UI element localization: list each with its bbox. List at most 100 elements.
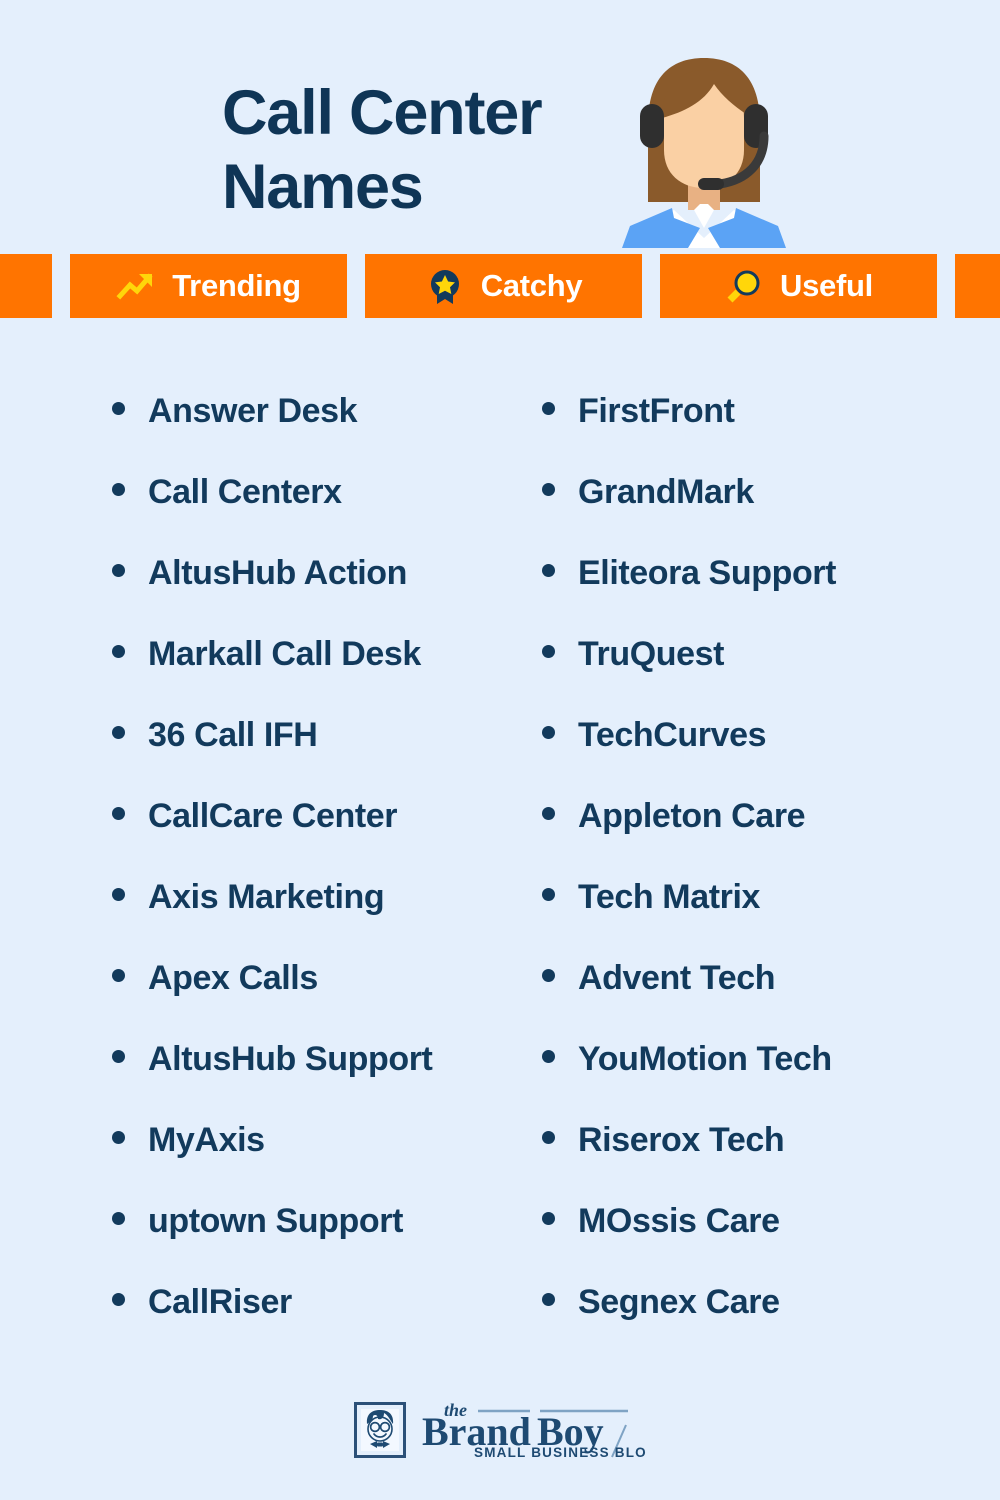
list-item[interactable]: AltusHub Action bbox=[112, 554, 500, 635]
badge-trending[interactable]: Trending bbox=[70, 254, 347, 318]
category-banner: Trending Catchy Useful bbox=[0, 254, 1000, 318]
bullet-icon bbox=[112, 726, 125, 739]
bullet-icon bbox=[112, 402, 125, 415]
bullet-icon bbox=[542, 483, 555, 496]
list-item[interactable]: Appleton Care bbox=[542, 797, 1000, 878]
magnifying-glass-icon bbox=[724, 266, 764, 306]
list-item-label: uptown Support bbox=[148, 1202, 403, 1240]
badge-catchy[interactable]: Catchy bbox=[365, 254, 642, 318]
bullet-icon bbox=[112, 483, 125, 496]
bullet-icon bbox=[112, 969, 125, 982]
list-item-label: Eliteora Support bbox=[578, 554, 837, 592]
list-item-label: MyAxis bbox=[148, 1121, 265, 1159]
list-item[interactable]: TechCurves bbox=[542, 716, 1000, 797]
list-item[interactable]: Markall Call Desk bbox=[112, 635, 500, 716]
list-item[interactable]: Answer Desk bbox=[112, 392, 500, 473]
bullet-icon bbox=[542, 888, 555, 901]
list-item[interactable]: 36 Call IFH bbox=[112, 716, 500, 797]
bullet-icon bbox=[112, 645, 125, 658]
list-item-label: Tech Matrix bbox=[578, 878, 761, 916]
list-item-label: Apex Calls bbox=[148, 959, 318, 997]
bullet-icon bbox=[112, 807, 125, 820]
list-item-label: Segnex Care bbox=[578, 1283, 780, 1321]
bullet-icon bbox=[542, 807, 555, 820]
banner-gap-4 bbox=[937, 254, 955, 318]
list-item[interactable]: Call Centerx bbox=[112, 473, 500, 554]
list-item-label: Axis Marketing bbox=[148, 878, 385, 916]
page-title-line-1: Call Center bbox=[222, 78, 543, 148]
bullet-icon bbox=[112, 888, 125, 901]
list-item-label: TechCurves bbox=[578, 716, 767, 754]
banner-right-cap bbox=[955, 254, 1000, 318]
call-center-agent-icon bbox=[614, 52, 794, 248]
list-item-label: Answer Desk bbox=[148, 392, 358, 430]
badge-useful[interactable]: Useful bbox=[660, 254, 937, 318]
list-item-label: 36 Call IFH bbox=[148, 716, 318, 754]
header: Call Center Names bbox=[0, 0, 1000, 248]
brandboy-wordmark: the Brand Boy SMALL BUSINESS BLOG bbox=[416, 1399, 646, 1461]
list-item-label: AltusHub Action bbox=[148, 554, 408, 592]
bullet-icon bbox=[112, 564, 125, 577]
list-item-label: Advent Tech bbox=[578, 959, 776, 997]
list-item[interactable]: Apex Calls bbox=[112, 959, 500, 1040]
list-item[interactable]: CallRiser bbox=[112, 1283, 500, 1364]
badge-trending-label: Trending bbox=[172, 268, 301, 303]
list-item[interactable]: Segnex Care bbox=[542, 1283, 1000, 1364]
names-lists: Answer Desk Call Centerx AltusHub Action… bbox=[0, 318, 1000, 1364]
page-title: Call Center Names bbox=[222, 76, 642, 224]
bullet-icon bbox=[542, 969, 555, 982]
list-item-label: FirstFront bbox=[578, 392, 735, 430]
bullet-icon bbox=[112, 1050, 125, 1063]
logo-tagline-text: SMALL BUSINESS BLOG bbox=[474, 1445, 646, 1460]
list-item[interactable]: TruQuest bbox=[542, 635, 1000, 716]
bullet-icon bbox=[542, 402, 555, 415]
list-item[interactable]: AltusHub Support bbox=[112, 1040, 500, 1121]
list-item-label: MOssis Care bbox=[578, 1202, 780, 1240]
list-item[interactable]: Axis Marketing bbox=[112, 878, 500, 959]
list-item-label: CallRiser bbox=[148, 1283, 292, 1321]
banner-gap-1 bbox=[52, 254, 70, 318]
bullet-icon bbox=[542, 564, 555, 577]
list-item[interactable]: MOssis Care bbox=[542, 1202, 1000, 1283]
list-item-label: Appleton Care bbox=[578, 797, 806, 835]
bullet-icon bbox=[542, 645, 555, 658]
bullet-icon bbox=[542, 726, 555, 739]
list-item[interactable]: CallCare Center bbox=[112, 797, 500, 878]
badge-catchy-label: Catchy bbox=[480, 268, 583, 303]
bullet-icon bbox=[542, 1293, 555, 1306]
list-item-label: Riserox Tech bbox=[578, 1121, 785, 1159]
bullet-icon bbox=[542, 1131, 555, 1144]
badge-useful-label: Useful bbox=[780, 268, 873, 303]
list-item-label: CallCare Center bbox=[148, 797, 398, 835]
left-column: Answer Desk Call Centerx AltusHub Action… bbox=[0, 318, 500, 1364]
banner-gap-2 bbox=[347, 254, 365, 318]
list-item[interactable]: MyAxis bbox=[112, 1121, 500, 1202]
trending-up-arrow-icon bbox=[116, 266, 156, 306]
list-item[interactable]: uptown Support bbox=[112, 1202, 500, 1283]
list-item-label: AltusHub Support bbox=[148, 1040, 433, 1078]
bullet-icon bbox=[542, 1212, 555, 1225]
list-item[interactable]: GrandMark bbox=[542, 473, 1000, 554]
list-item-label: YouMotion Tech bbox=[578, 1040, 832, 1078]
brandboy-logo[interactable]: the Brand Boy SMALL BUSINESS BLOG bbox=[354, 1399, 646, 1461]
list-item-label: GrandMark bbox=[578, 473, 754, 511]
list-item[interactable]: Eliteora Support bbox=[542, 554, 1000, 635]
bullet-icon bbox=[112, 1212, 125, 1225]
award-ribbon-star-icon bbox=[425, 266, 465, 306]
list-item[interactable]: Riserox Tech bbox=[542, 1121, 1000, 1202]
list-item-label: Markall Call Desk bbox=[148, 635, 421, 673]
right-column: FirstFront GrandMark Eliteora Support Tr… bbox=[500, 318, 1000, 1364]
list-item[interactable]: Tech Matrix bbox=[542, 878, 1000, 959]
list-item-label: TruQuest bbox=[578, 635, 725, 673]
banner-gap-3 bbox=[642, 254, 660, 318]
bullet-icon bbox=[542, 1050, 555, 1063]
footer: the Brand Boy SMALL BUSINESS BLOG bbox=[0, 1360, 1000, 1500]
list-item[interactable]: YouMotion Tech bbox=[542, 1040, 1000, 1121]
bullet-icon bbox=[112, 1293, 125, 1306]
banner-left-cap bbox=[0, 254, 52, 318]
list-item[interactable]: Advent Tech bbox=[542, 959, 1000, 1040]
list-item-label: Call Centerx bbox=[148, 473, 342, 511]
page-title-line-2: Names bbox=[222, 152, 424, 222]
brandboy-boy-face-icon bbox=[354, 1402, 406, 1458]
list-item[interactable]: FirstFront bbox=[542, 392, 1000, 473]
